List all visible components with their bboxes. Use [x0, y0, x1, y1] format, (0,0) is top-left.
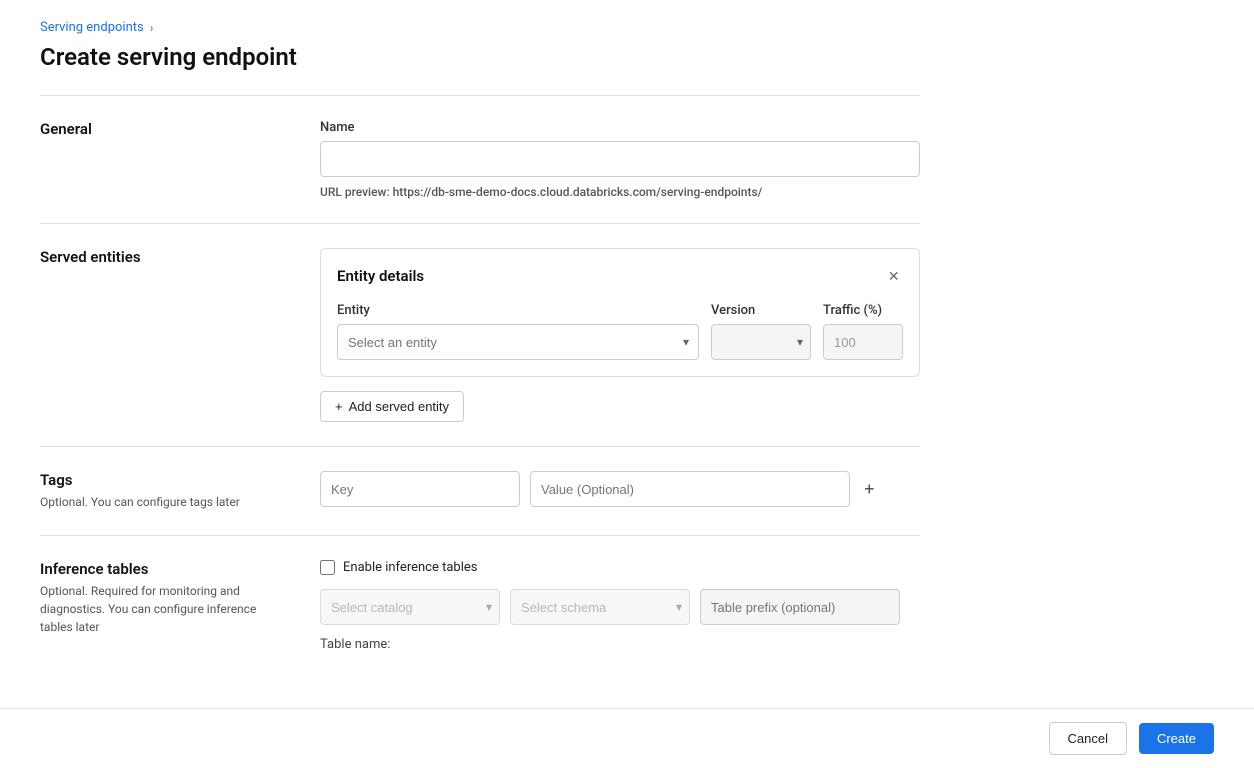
- entity-card-header: Entity details ×: [337, 265, 903, 287]
- create-button[interactable]: Create: [1139, 723, 1214, 754]
- entity-select-wrapper: [337, 324, 699, 360]
- entity-fields: Entity Version: [337, 303, 903, 360]
- served-entities-section: Served entities Entity details × Entity: [40, 223, 920, 446]
- traffic-input[interactable]: [823, 324, 903, 360]
- tags-description: Optional. You can configure tags later: [40, 493, 288, 511]
- enable-inference-row: Enable inference tables: [320, 560, 920, 575]
- add-served-entity-button[interactable]: + Add served entity: [320, 391, 464, 422]
- entity-field: Entity: [337, 303, 699, 360]
- catalog-select[interactable]: Select catalog: [320, 589, 500, 625]
- inference-tables-description: Optional. Required for monitoring and di…: [40, 582, 288, 636]
- served-entities-section-left: Served entities: [40, 248, 320, 422]
- tag-key-input[interactable]: [320, 471, 520, 507]
- tag-value-input[interactable]: [530, 471, 850, 507]
- enable-inference-checkbox[interactable]: [320, 560, 335, 575]
- tags-section-right: +: [320, 471, 920, 511]
- served-entities-section-right: Entity details × Entity Version: [320, 248, 920, 422]
- url-preview: URL preview: https://db-sme-demo-docs.cl…: [320, 185, 920, 199]
- table-prefix-input[interactable]: [700, 589, 900, 625]
- entity-col-label: Entity: [337, 303, 699, 318]
- tag-add-button[interactable]: +: [860, 476, 879, 502]
- version-select-wrapper: [711, 324, 811, 360]
- inference-tables-label: Inference tables: [40, 560, 288, 578]
- add-entity-label: Add served entity: [349, 399, 449, 414]
- version-field: Version: [711, 303, 811, 360]
- entity-select-input[interactable]: [337, 324, 699, 360]
- inference-tables-section-right: Enable inference tables Select catalog S…: [320, 560, 920, 652]
- entity-details-card: Entity details × Entity Version: [320, 248, 920, 377]
- table-name-label: Table name:: [320, 637, 390, 652]
- version-col-label: Version: [711, 303, 811, 318]
- general-label: General: [40, 120, 288, 138]
- enable-inference-label[interactable]: Enable inference tables: [343, 560, 478, 575]
- entity-details-close-button[interactable]: ×: [884, 265, 903, 287]
- general-section-right: Name URL preview: https://db-sme-demo-do…: [320, 120, 920, 199]
- schema-select[interactable]: Select schema: [510, 589, 690, 625]
- general-section-left: General: [40, 120, 320, 199]
- footer: Cancel Create: [0, 708, 1254, 768]
- tags-section: Tags Optional. You can configure tags la…: [40, 446, 920, 535]
- tags-row: +: [320, 471, 920, 507]
- breadcrumb-chevron-icon: ›: [150, 21, 154, 35]
- name-field-label: Name: [320, 120, 920, 135]
- general-section: General Name URL preview: https://db-sme…: [40, 95, 920, 223]
- schema-select-wrapper: Select schema: [510, 589, 690, 625]
- traffic-col-label: Traffic (%): [823, 303, 903, 318]
- breadcrumb-link[interactable]: Serving endpoints: [40, 20, 144, 35]
- inference-tables-section-left: Inference tables Optional. Required for …: [40, 560, 320, 652]
- catalog-select-wrapper: Select catalog: [320, 589, 500, 625]
- breadcrumb: Serving endpoints ›: [40, 20, 920, 35]
- version-select[interactable]: [711, 324, 811, 360]
- tags-label: Tags: [40, 471, 288, 489]
- inference-tables-section: Inference tables Optional. Required for …: [40, 535, 920, 676]
- tags-section-left: Tags Optional. You can configure tags la…: [40, 471, 320, 511]
- served-entities-label: Served entities: [40, 248, 288, 266]
- page-title: Create serving endpoint: [40, 43, 920, 71]
- table-name-row: Table name:: [320, 637, 920, 652]
- cancel-button[interactable]: Cancel: [1049, 722, 1127, 755]
- add-entity-plus-icon: +: [335, 399, 343, 414]
- inference-selects: Select catalog Select schema: [320, 589, 920, 625]
- entity-details-title: Entity details: [337, 267, 424, 285]
- name-input[interactable]: [320, 141, 920, 177]
- traffic-field: Traffic (%): [823, 303, 903, 360]
